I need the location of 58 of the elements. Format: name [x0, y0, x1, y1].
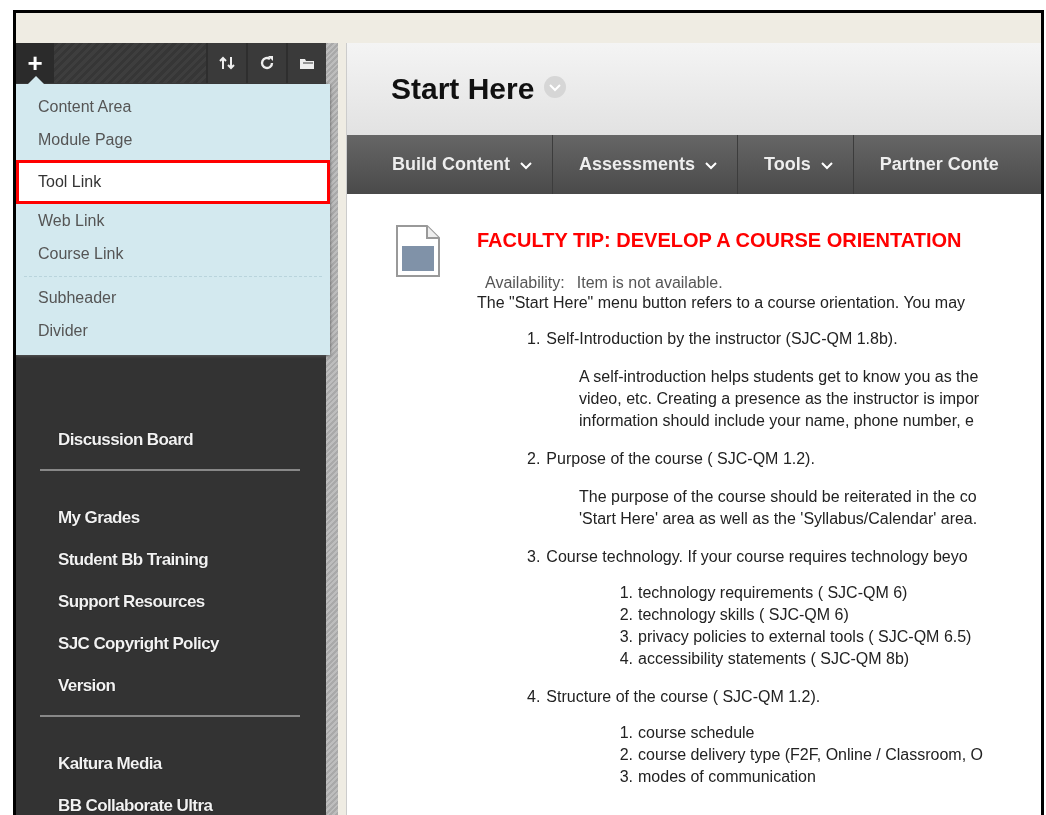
list-number: 3. [618, 767, 633, 787]
menu-item[interactable]: Tool Link [16, 160, 330, 204]
list-number: 3. [618, 627, 633, 647]
menu-item[interactable]: Web Link [16, 206, 330, 239]
list-number: 2. [618, 745, 633, 765]
availability-value: Item is not available. [576, 274, 723, 292]
list-item-text: technology skills ( SJC-QM 6) [638, 605, 849, 625]
availability-label: Availability: [485, 274, 565, 292]
course-menu-link[interactable]: Discussion Board [58, 430, 193, 472]
list-item-text: Purpose of the course ( SJC-QM 1.2). [546, 450, 815, 468]
action-menu-button[interactable]: Partner Conte [853, 135, 999, 194]
list-item-text: Course technology. If your course requires technology beyo [546, 548, 968, 566]
menu-item[interactable]: Divider [16, 316, 330, 349]
list-item-text: privacy policies to external tools ( SJC-QM 6.5) [638, 627, 972, 647]
document-icon [395, 224, 441, 278]
menu-item[interactable]: Module Page [16, 125, 330, 158]
list-number: 2. [527, 450, 541, 468]
list-item-text: course schedule [638, 723, 755, 743]
body-text: A self-introduction helps students get to know you as the [579, 367, 980, 387]
item-title[interactable]: FACULTY TIP: DEVELOP A COURSE ORIENTATION [477, 229, 962, 252]
menu-item[interactable]: Subheader [16, 283, 330, 316]
list-number: 1. [527, 330, 541, 348]
chevron-down-icon [705, 162, 718, 170]
add-button[interactable]: + [16, 43, 54, 83]
course-menu-link[interactable]: My Grades [58, 508, 140, 550]
list-number: 2. [618, 605, 633, 625]
list-number: 1. [618, 723, 633, 743]
course-menu-link[interactable]: Student Bb Training [58, 550, 209, 592]
body-text: 'Start Here' area as well as the 'Syllabus/Calendar' area. [579, 509, 979, 529]
list-item-text: Self-Introduction by the instructor (SJC-QM 1.8b). [546, 330, 898, 348]
refresh-icon[interactable] [259, 55, 275, 71]
list-item-text: Structure of the course ( SJC-QM 1.2). [546, 688, 821, 706]
body-text: video, etc. Creating a presence as the instructor is impor [579, 389, 981, 409]
course-menu-link[interactable]: Kaltura Media [58, 754, 162, 796]
menu-item[interactable]: Course Link [16, 239, 330, 272]
action-menu-button[interactable]: Build Content [347, 135, 553, 194]
action-menu-button[interactable]: Assessments [553, 135, 739, 194]
course-menu-link[interactable]: Support Resources [58, 592, 205, 634]
chevron-down-icon [820, 162, 833, 170]
page-title: Start Here [391, 72, 535, 106]
list-number: 1. [618, 583, 633, 603]
body-text: The "Start Here" menu button refers to a course orientation. You may [477, 294, 967, 312]
sort-icon[interactable] [219, 55, 235, 71]
list-number: 4. [527, 688, 541, 706]
list-item-text: technology requirements ( SJC-QM 6) [638, 583, 908, 603]
course-menu-link[interactable]: BB Collaborate Ultra [58, 796, 213, 815]
list-number: 3. [527, 548, 541, 566]
chevron-down-icon [520, 162, 532, 170]
action-menu-button[interactable]: Tools [738, 135, 854, 194]
body-text: information should include your name, phone number, e [579, 411, 975, 431]
list-item-text: modes of communication [638, 767, 816, 787]
body-text: The purpose of the course should be reiterated in the co [579, 487, 978, 507]
list-number: 4. [618, 649, 633, 669]
list-item-text: accessibility statements ( SJC-QM 8b) [638, 649, 910, 669]
list-item-text: course delivery type (F2F, Online / Classroom, O [638, 745, 983, 765]
course-menu-link[interactable]: Version [58, 676, 116, 718]
menu-item[interactable]: Content Area [16, 92, 330, 125]
course-menu-link[interactable]: SJC Copyright Policy [58, 634, 219, 676]
